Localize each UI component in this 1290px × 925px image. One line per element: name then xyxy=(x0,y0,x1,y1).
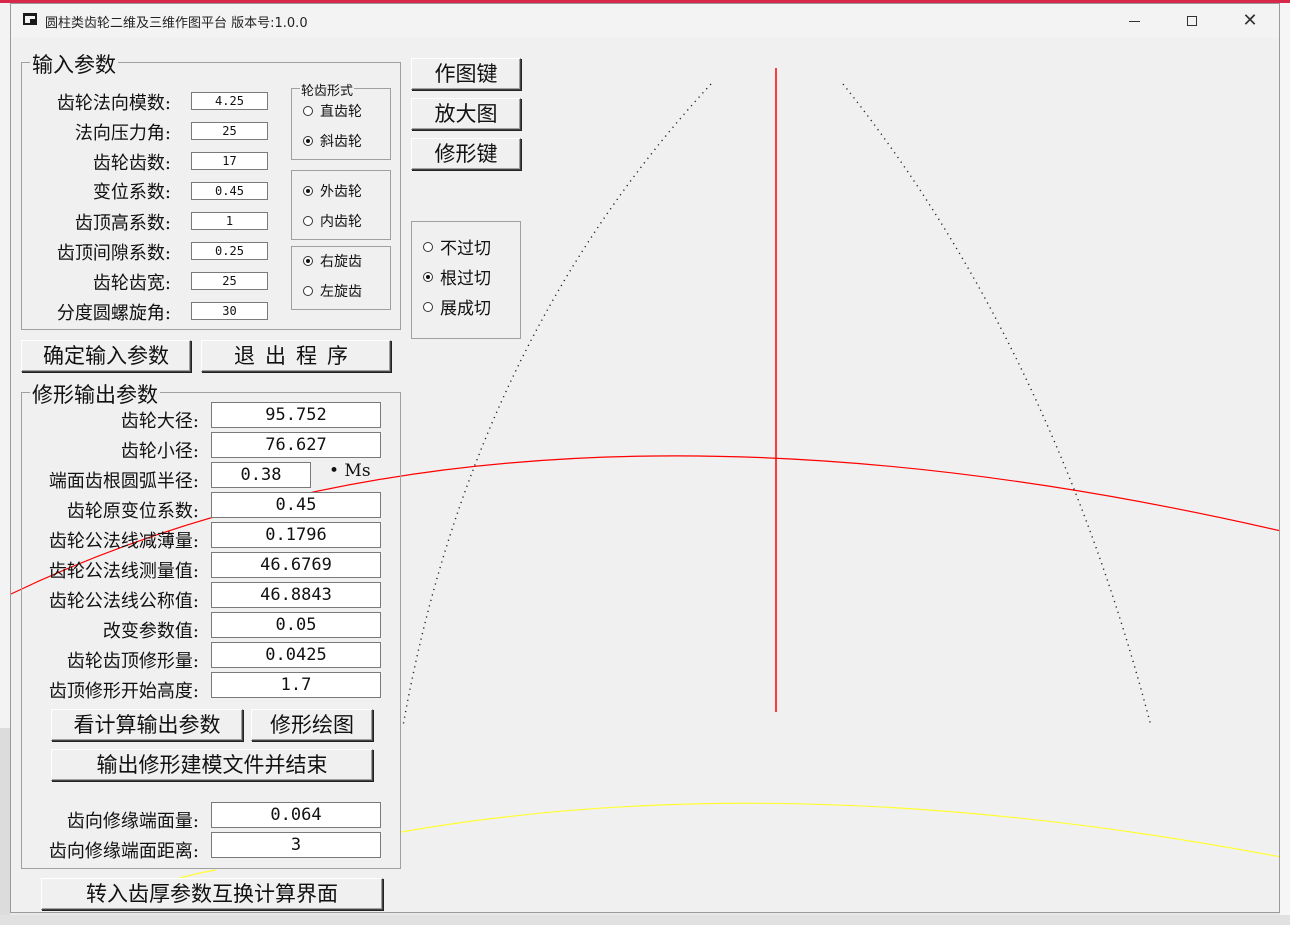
span-nominal-field[interactable]: 46.8843 xyxy=(211,582,381,608)
export-model-button[interactable]: 输出修形建模文件并结束 xyxy=(51,749,373,781)
root-fillet-radius-field[interactable]: 0.38 xyxy=(211,462,311,488)
radio-icon xyxy=(303,286,313,296)
internal-gear-radio[interactable]: 内齿轮 xyxy=(303,211,362,231)
desktop-right-strip xyxy=(1280,3,1290,925)
radio-label: 展成切 xyxy=(440,299,491,319)
field-label: 齿向修缘端面距离: xyxy=(48,841,199,862)
close-button[interactable]: ✕ xyxy=(1221,4,1279,38)
tip-relief-start-field[interactable]: 1.7 xyxy=(211,672,381,698)
tip-relief-field[interactable]: 0.0425 xyxy=(211,642,381,668)
radio-label: 外齿轮 xyxy=(320,184,362,200)
field-label: 齿顶高系数: xyxy=(74,213,171,234)
field-label: 分度圆螺旋角: xyxy=(56,303,171,324)
clearance-coefficient-input[interactable]: 0.25 xyxy=(191,242,268,260)
radio-icon xyxy=(303,256,313,266)
field-label: 齿轮小径: xyxy=(120,441,199,462)
field-label: 齿轮公法线公称值: xyxy=(48,591,199,612)
face-width-input[interactable]: 25 xyxy=(191,272,268,290)
radio-icon xyxy=(303,186,313,196)
ms-suffix: • Ms xyxy=(329,461,371,481)
field-label: 齿轮齿顶修形量: xyxy=(66,651,199,672)
app-icon xyxy=(23,13,37,25)
output-params-title: 修形输出参数 xyxy=(30,379,160,409)
confirm-input-button[interactable]: 确定输入参数 xyxy=(21,340,191,372)
radio-label: 左旋齿 xyxy=(320,284,362,300)
right-tooth-profile xyxy=(842,83,1152,727)
modify-button[interactable]: 修形键 xyxy=(411,138,521,170)
radio-icon xyxy=(303,106,313,116)
external-gear-radio[interactable]: 外齿轮 xyxy=(303,181,362,201)
radio-label: 不过切 xyxy=(440,239,491,259)
radio-icon xyxy=(303,216,313,226)
helical-gear-radio[interactable]: 斜齿轮 xyxy=(303,131,362,151)
tip-diameter-field[interactable]: 95.752 xyxy=(211,402,381,428)
generating-cut-radio[interactable]: 展成切 xyxy=(423,294,491,319)
field-label: 变位系数: xyxy=(92,182,171,203)
right-hand-radio[interactable]: 右旋齿 xyxy=(303,251,362,271)
zoom-button[interactable]: 放大图 xyxy=(411,98,521,130)
spur-gear-radio[interactable]: 直齿轮 xyxy=(303,101,362,121)
title-bar[interactable]: 圆柱类齿轮二维及三维作图平台 版本号:1.0.0 ✕ xyxy=(11,4,1279,38)
radio-icon xyxy=(423,271,433,282)
close-icon: ✕ xyxy=(1242,10,1258,31)
field-label: 齿轮齿宽: xyxy=(92,273,171,294)
field-label: 齿轮齿数: xyxy=(92,153,171,174)
normal-module-input[interactable]: 4.25 xyxy=(191,92,268,110)
window-title: 圆柱类齿轮二维及三维作图平台 版本号:1.0.0 xyxy=(45,16,308,31)
field-label: 改变参数值: xyxy=(102,621,199,642)
original-shift-field[interactable]: 0.45 xyxy=(211,492,381,518)
minimize-button[interactable] xyxy=(1105,4,1163,38)
field-label: 端面齿根圆弧半径: xyxy=(48,471,199,492)
left-hand-radio[interactable]: 左旋齿 xyxy=(303,281,362,301)
no-undercut-radio[interactable]: 不过切 xyxy=(423,234,491,259)
radio-label: 斜齿轮 xyxy=(320,134,362,150)
left-tooth-profile xyxy=(402,83,712,727)
field-label: 齿轮法向模数: xyxy=(56,93,171,114)
span-measured-field[interactable]: 46.6769 xyxy=(211,552,381,578)
field-label: 齿顶修形开始高度: xyxy=(48,681,199,702)
root-undercut-radio[interactable]: 根过切 xyxy=(423,264,491,289)
modify-draw-button[interactable]: 修形绘图 xyxy=(251,709,373,741)
addendum-coefficient-input[interactable]: 1 xyxy=(191,212,268,230)
minimize-icon xyxy=(1128,20,1140,22)
field-label: 齿顶间隙系数: xyxy=(56,243,171,264)
span-thinning-field[interactable]: 0.1796 xyxy=(211,522,381,548)
field-label: 齿轮原变位系数: xyxy=(66,501,199,522)
radio-icon xyxy=(423,301,433,312)
maximize-button[interactable] xyxy=(1163,4,1221,38)
pressure-angle-input[interactable]: 25 xyxy=(191,122,268,140)
field-label: 齿轮公法线减薄量: xyxy=(48,531,199,552)
teeth-count-input[interactable]: 17 xyxy=(191,152,268,170)
exit-program-button[interactable]: 退出程序 xyxy=(201,340,391,372)
lead-relief-distance-field[interactable]: 3 xyxy=(211,832,381,858)
field-label: 齿轮大径: xyxy=(120,411,199,432)
desktop-left-lower xyxy=(0,728,10,925)
thickness-convert-button[interactable]: 转入齿厚参数互换计算界面 xyxy=(41,878,383,910)
radio-icon xyxy=(423,241,433,252)
field-label: 法向压力角: xyxy=(74,123,171,144)
root-diameter-field[interactable]: 76.627 xyxy=(211,432,381,458)
lead-relief-amount-field[interactable]: 0.064 xyxy=(211,802,381,828)
radio-label: 内齿轮 xyxy=(320,214,362,230)
shift-coefficient-input[interactable]: 0.45 xyxy=(191,182,268,200)
draw-button[interactable]: 作图键 xyxy=(411,58,521,90)
app-window: 圆柱类齿轮二维及三维作图平台 版本号:1.0.0 ✕ 输入参数 齿轮法向模数: … xyxy=(10,3,1280,913)
helix-angle-input[interactable]: 30 xyxy=(191,302,268,320)
maximize-icon xyxy=(1187,16,1197,26)
yellow-circle-arc xyxy=(400,802,1279,858)
input-params-title: 输入参数 xyxy=(30,49,118,79)
tooth-form-title: 轮齿形式 xyxy=(300,80,355,99)
desktop-bottom-strip xyxy=(0,915,1290,925)
field-label: 齿向修缘端面量: xyxy=(66,811,199,832)
radio-label: 直齿轮 xyxy=(320,104,362,120)
radio-label: 右旋齿 xyxy=(320,254,362,270)
change-param-field[interactable]: 0.05 xyxy=(211,612,381,638)
field-label: 齿轮公法线测量值: xyxy=(48,561,199,582)
radio-icon xyxy=(303,136,313,146)
radio-label: 根过切 xyxy=(440,269,491,289)
view-calc-button[interactable]: 看计算输出参数 xyxy=(51,709,243,741)
